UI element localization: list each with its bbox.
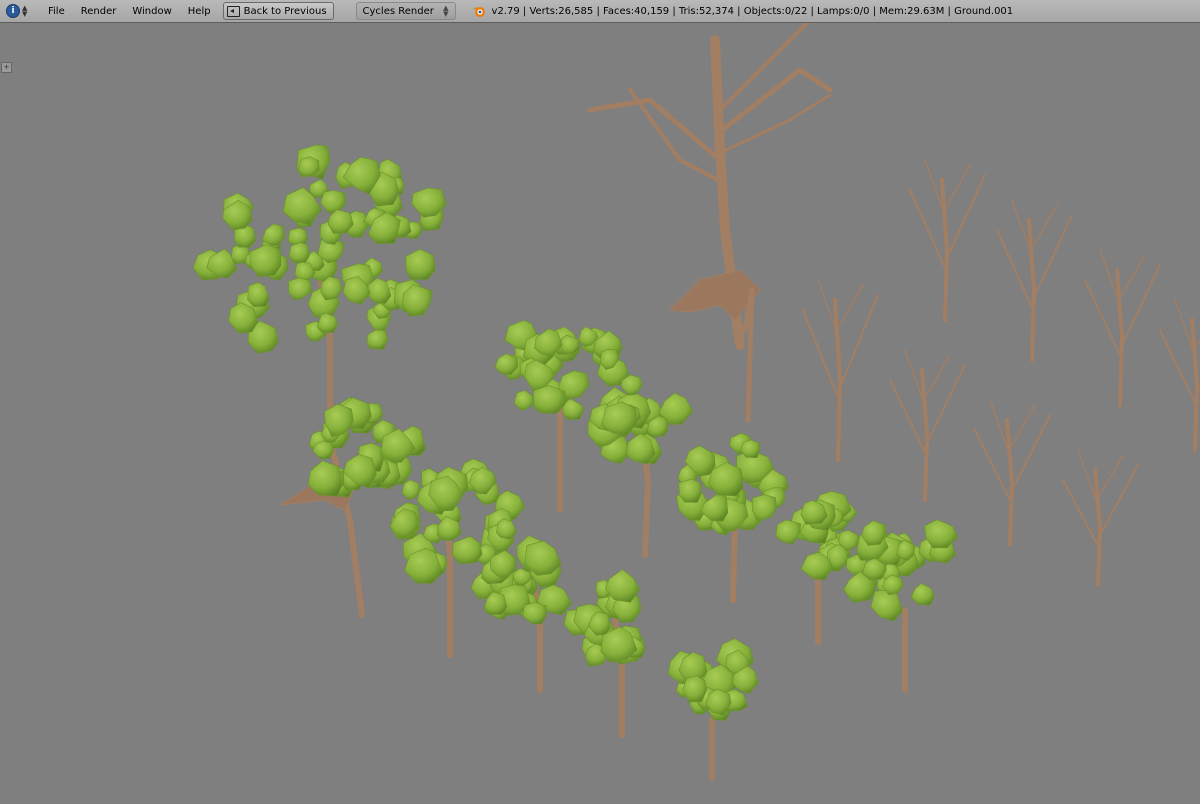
tree-branch: [1099, 249, 1119, 301]
menu-window[interactable]: Window: [124, 2, 179, 20]
leaf-cluster: [513, 390, 535, 411]
tree-branch: [974, 429, 1012, 504]
tree-render-image: [192, 18, 1200, 781]
tree-branch: [924, 159, 944, 211]
leaf-cluster: [288, 277, 313, 301]
tree-branch: [587, 97, 723, 163]
leaf-cluster: [366, 329, 389, 350]
back-to-previous-button[interactable]: Back to Previous: [222, 2, 334, 20]
tree-branch: [1032, 214, 1073, 301]
tree-branch: [1099, 454, 1124, 496]
leaf-cluster: [288, 241, 310, 264]
tree-branch: [1174, 299, 1194, 351]
tree-branch: [833, 298, 842, 462]
tree-branch: [1093, 468, 1102, 587]
tree-branch: [1190, 318, 1199, 452]
leaf-cluster: [405, 248, 436, 280]
tree-branch: [1115, 268, 1124, 407]
tree-branch: [945, 174, 986, 261]
chevron-updown-icon: ▲ ▼: [443, 4, 449, 18]
tree-branch: [730, 517, 738, 603]
tree-branch: [940, 178, 949, 322]
tree-branch: [838, 294, 879, 391]
render-engine-dropdown[interactable]: Cycles Render ▲ ▼: [355, 2, 456, 20]
tree-branch: [1005, 418, 1014, 547]
header-bar: i ▲ ▼ File Render Window Help Back to Pre…: [0, 0, 1200, 23]
blender-logo-icon: [472, 7, 485, 17]
back-button-label: Back to Previous: [243, 5, 327, 17]
back-screen-icon: [226, 5, 240, 17]
tree-branch: [839, 284, 864, 326]
tree-branch: [817, 279, 837, 331]
tree-branch: [946, 164, 971, 206]
region-toggle-plus-icon[interactable]: +: [1, 62, 12, 73]
tree-branch: [925, 364, 966, 446]
render-viewport[interactable]: +: [0, 18, 1200, 800]
tree-branch: [724, 93, 832, 152]
tree-branch: [1062, 479, 1100, 549]
leaf-cluster: [870, 589, 903, 622]
leaf-cluster: [678, 478, 702, 503]
leaf-cluster: [495, 518, 518, 540]
tree-branch: [742, 287, 755, 423]
tree-branch: [1121, 254, 1146, 296]
leaf-cluster: [775, 519, 802, 545]
leaf-cluster: [247, 282, 270, 307]
tree-branch: [1033, 204, 1058, 246]
leaf-cluster: [320, 189, 346, 214]
leaf-cluster: [522, 601, 547, 625]
tree-branch: [1011, 199, 1031, 251]
leaf-cluster: [682, 675, 708, 703]
tree-branch: [904, 349, 924, 401]
tree-branch: [1011, 404, 1036, 446]
leaf-cluster: [249, 244, 282, 278]
tree-branch: [1098, 464, 1139, 539]
render-engine-label: Cycles Render: [362, 5, 434, 17]
tree-branch: [1120, 264, 1161, 349]
menu-file[interactable]: File: [40, 2, 73, 20]
leaf-cluster: [533, 384, 566, 414]
chevron-updown-icon: ▲ ▼: [22, 4, 28, 18]
scene-statistics: v2.79 | Verts:26,585 | Faces:40,159 | Tr…: [491, 5, 1014, 17]
tree-branch: [1027, 218, 1036, 362]
tree-branch: [1077, 449, 1097, 501]
tree-branch: [989, 399, 1009, 451]
leaf-cluster: [452, 535, 483, 565]
leaf-cluster: [910, 582, 935, 606]
menu-render[interactable]: Render: [73, 2, 125, 20]
leaf-cluster: [401, 479, 421, 501]
tree-branch: [719, 67, 833, 133]
menu-help[interactable]: Help: [180, 2, 219, 20]
tree-branch: [1010, 414, 1051, 494]
leaf-cluster: [751, 494, 777, 522]
tree-branch: [926, 354, 951, 396]
editor-type-selector[interactable]: i ▲ ▼: [6, 2, 40, 20]
info-icon: i: [6, 4, 20, 18]
tree-branch: [920, 368, 929, 502]
